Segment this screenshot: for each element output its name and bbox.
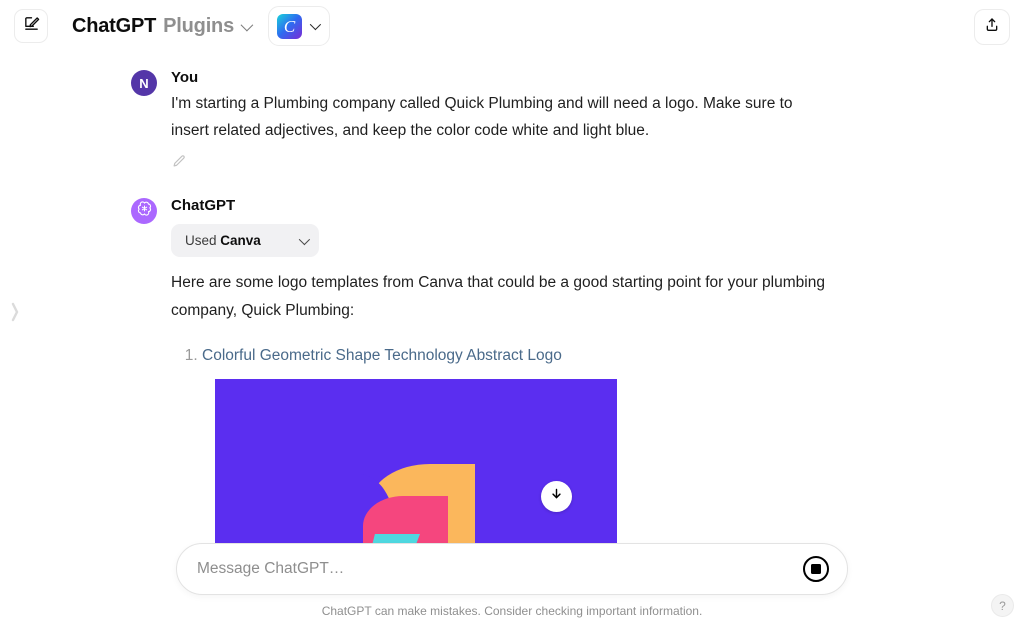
- pencil-edit-icon[interactable]: [171, 154, 186, 174]
- plugin-selector[interactable]: C: [268, 6, 330, 46]
- message-input[interactable]: [195, 559, 803, 579]
- share-button[interactable]: [974, 9, 1010, 45]
- message-author: You: [171, 69, 199, 86]
- tool-pill-label: Used Canva: [185, 233, 261, 248]
- tool-pill-tool-name: Canva: [220, 233, 261, 248]
- logo-template-preview[interactable]: [215, 379, 617, 564]
- avatar: N: [131, 70, 157, 96]
- composer[interactable]: [176, 543, 848, 595]
- results-list: Colorful Geometric Shape Technology Abst…: [171, 347, 831, 365]
- chevron-down-icon: [298, 233, 310, 245]
- download-image-button[interactable]: [541, 481, 572, 512]
- conversation-thread: N You I'm starting a Plumbing company ca…: [0, 52, 1024, 626]
- message-user: N You I'm starting a Plumbing company ca…: [0, 68, 1024, 174]
- tool-invocation-pill[interactable]: Used Canva: [171, 224, 319, 257]
- chevron-down-icon: [309, 18, 322, 31]
- page-subtitle: Plugins: [163, 14, 234, 37]
- stop-generating-button[interactable]: [803, 556, 829, 582]
- top-bar: ChatGPT Plugins C: [0, 0, 1024, 52]
- tool-pill-prefix: Used: [185, 233, 217, 248]
- share-upload-icon: [984, 17, 1000, 38]
- openai-logo-icon: [136, 200, 153, 222]
- download-arrow-down-icon: [549, 487, 564, 507]
- composer-area: ChatGPT can make mistakes. Consider chec…: [0, 543, 1024, 626]
- model-title-dropdown[interactable]: ChatGPT Plugins: [72, 14, 254, 38]
- message-author: ChatGPT: [171, 197, 236, 214]
- disclaimer-text: ChatGPT can make mistakes. Consider chec…: [321, 604, 703, 618]
- page-title: ChatGPT: [72, 14, 157, 37]
- message-actions: [171, 154, 831, 174]
- new-chat-button[interactable]: [14, 9, 48, 43]
- message-text: I'm starting a Plumbing company called Q…: [171, 95, 793, 139]
- chevron-down-icon: [240, 18, 254, 31]
- stop-generating-icon: [811, 564, 821, 574]
- new-chat-pencil-square-icon: [23, 15, 40, 37]
- assistant-text: Here are some logo templates from Canva …: [171, 274, 825, 319]
- canva-plugin-icon: C: [277, 13, 302, 39]
- result-link[interactable]: Colorful Geometric Shape Technology Abst…: [202, 347, 562, 364]
- list-item: Colorful Geometric Shape Technology Abst…: [202, 347, 831, 365]
- help-button[interactable]: ?: [991, 594, 1014, 617]
- avatar: [131, 198, 157, 224]
